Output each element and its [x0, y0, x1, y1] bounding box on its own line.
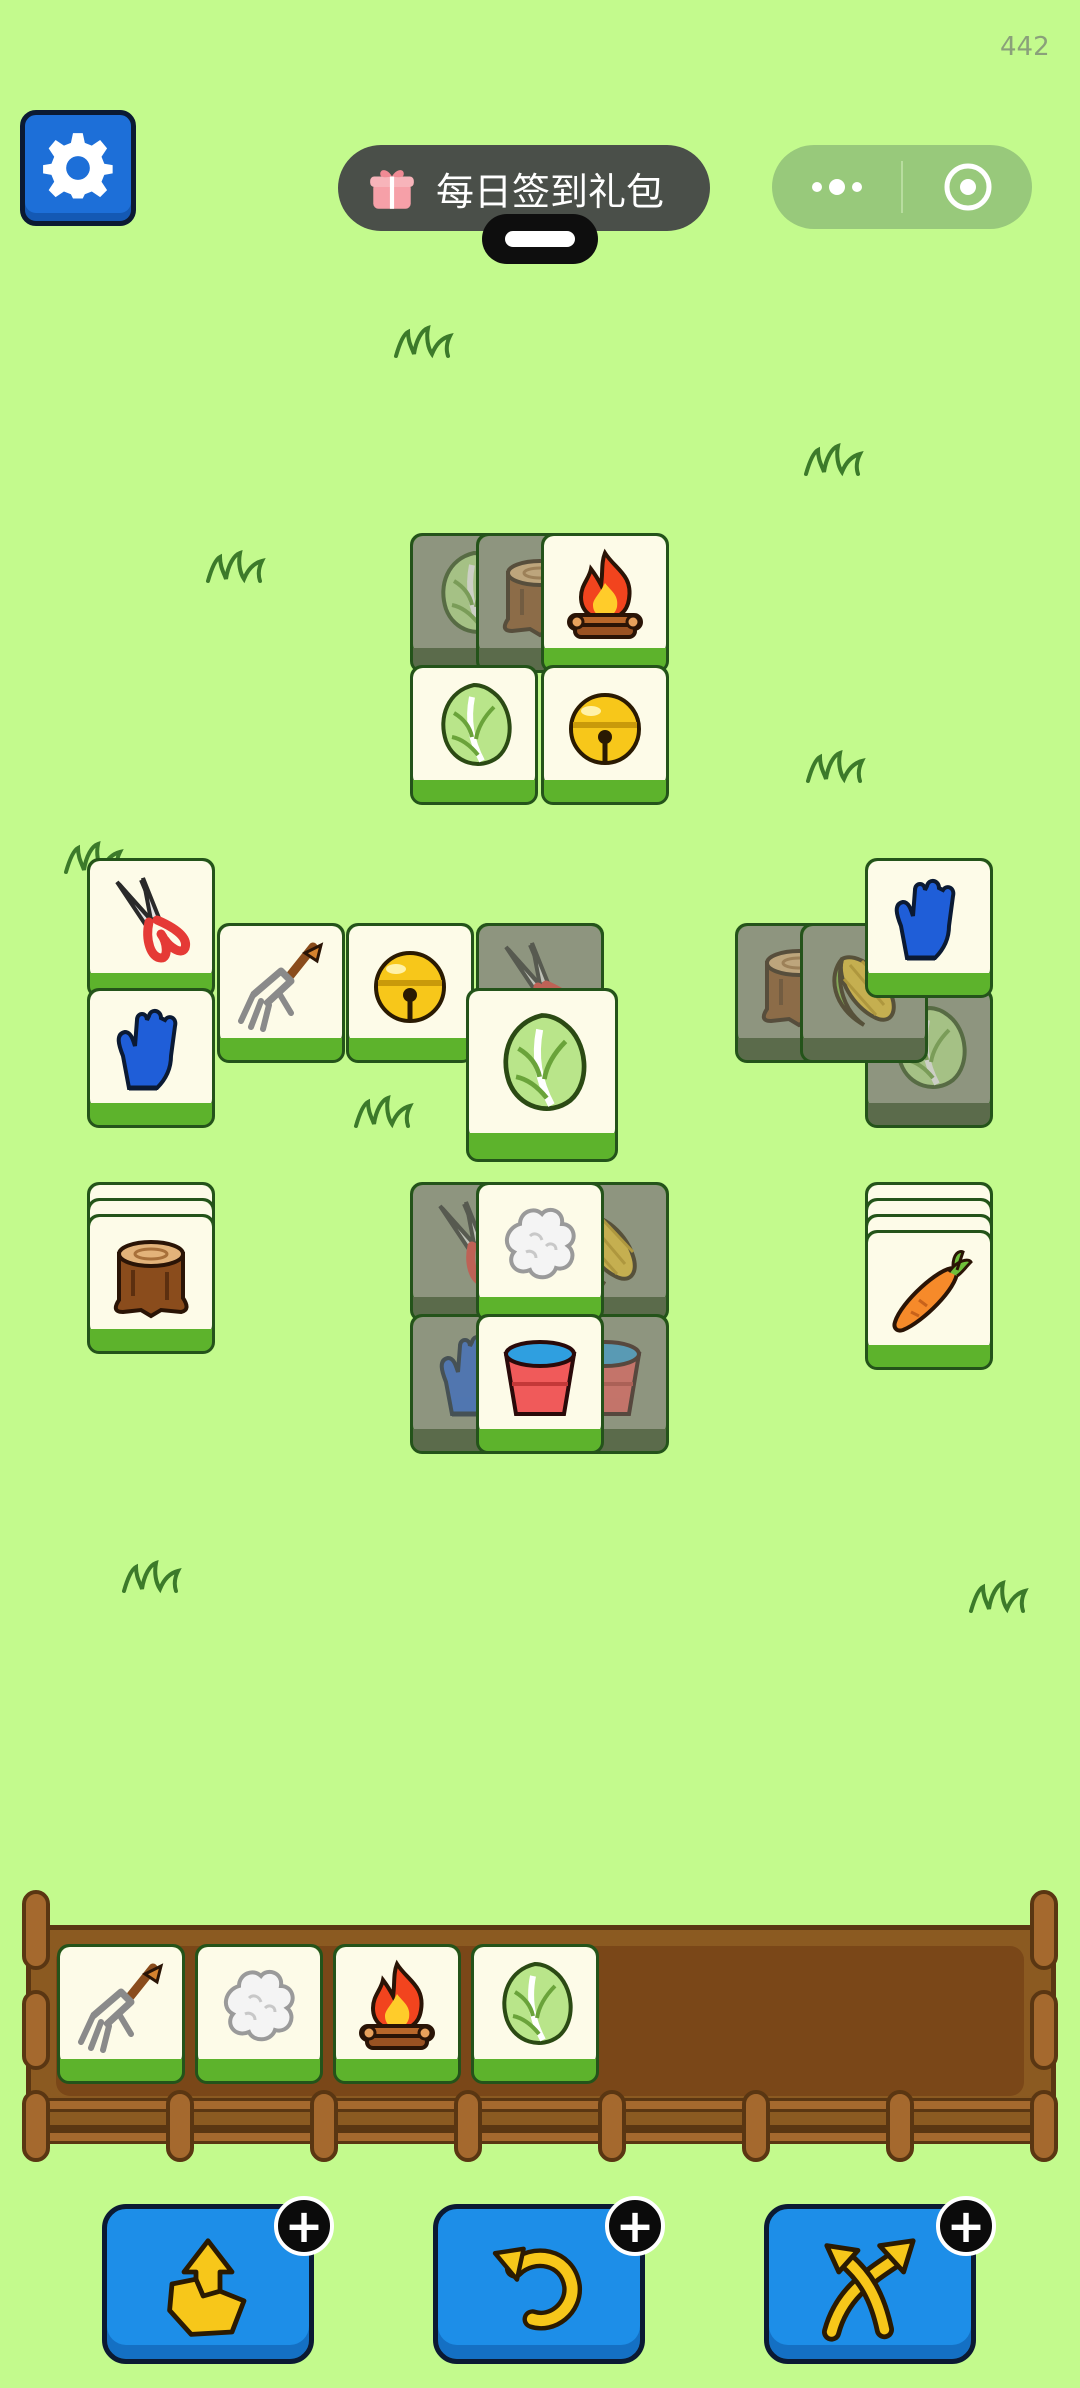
tile-pitchfork[interactable] — [217, 923, 345, 1063]
tile-bucket[interactable] — [476, 1314, 604, 1454]
fence-post — [1030, 1890, 1058, 1970]
tile-bell[interactable] — [541, 665, 669, 805]
tile-glove[interactable] — [865, 858, 993, 998]
move-out-add-icon[interactable]: + — [274, 2196, 334, 2256]
grass-decoration — [118, 1555, 188, 1595]
tile-cotton[interactable] — [476, 1182, 604, 1322]
grass-decoration — [202, 545, 272, 585]
fence-post — [454, 2090, 482, 2162]
undo-arrow-icon — [492, 2246, 582, 2331]
tile-bell[interactable] — [346, 923, 474, 1063]
fence-post — [886, 2090, 914, 2162]
grass-decoration — [350, 1090, 420, 1130]
counter-label: 442 — [1000, 32, 1050, 62]
tile-cabbage[interactable] — [466, 988, 618, 1162]
tray-slot-campfire — [333, 1944, 461, 2084]
tile-carrot[interactable] — [865, 1230, 993, 1370]
capsule-close-button[interactable] — [903, 145, 1032, 229]
tile-shears[interactable] — [87, 858, 215, 998]
fence-post — [310, 2090, 338, 2162]
tile-stump[interactable] — [87, 1214, 215, 1354]
fence-post — [1030, 1990, 1058, 2070]
target-circle-icon — [944, 163, 991, 211]
ticket-badge — [482, 214, 598, 264]
more-dots-icon — [811, 179, 862, 195]
tile-glove[interactable] — [87, 988, 215, 1128]
gift-icon — [370, 170, 414, 209]
grass-decoration — [800, 438, 870, 478]
capsule-more-button[interactable] — [772, 145, 901, 229]
daily-checkin-label: 每日签到礼包 — [436, 169, 665, 214]
tray-slot-pitchfork — [57, 1944, 185, 2084]
tray-slot-cotton — [195, 1944, 323, 2084]
mini-program-capsule — [772, 145, 1032, 229]
fence-post — [22, 1990, 50, 2070]
tray-slot-cabbage — [471, 1944, 599, 2084]
tile-cabbage[interactable] — [410, 665, 538, 805]
settings-button[interactable] — [20, 110, 136, 226]
grass-decoration — [390, 320, 460, 360]
fence-post — [22, 1890, 50, 1970]
shuffle-arrows-icon — [822, 2238, 916, 2342]
fence-post — [598, 2090, 626, 2162]
undo-add-icon[interactable]: + — [605, 2196, 665, 2256]
hand-arrow-up-icon — [167, 2238, 247, 2337]
grass-decoration — [802, 745, 872, 785]
fence-post — [166, 2090, 194, 2162]
fence-post — [22, 2090, 50, 2162]
fence-post — [742, 2090, 770, 2162]
shuffle-add-icon[interactable]: + — [936, 2196, 996, 2256]
grass-decoration — [965, 1575, 1035, 1615]
gear-icon — [43, 133, 113, 199]
tile-campfire[interactable] — [541, 533, 669, 673]
fence-post — [1030, 2090, 1058, 2162]
